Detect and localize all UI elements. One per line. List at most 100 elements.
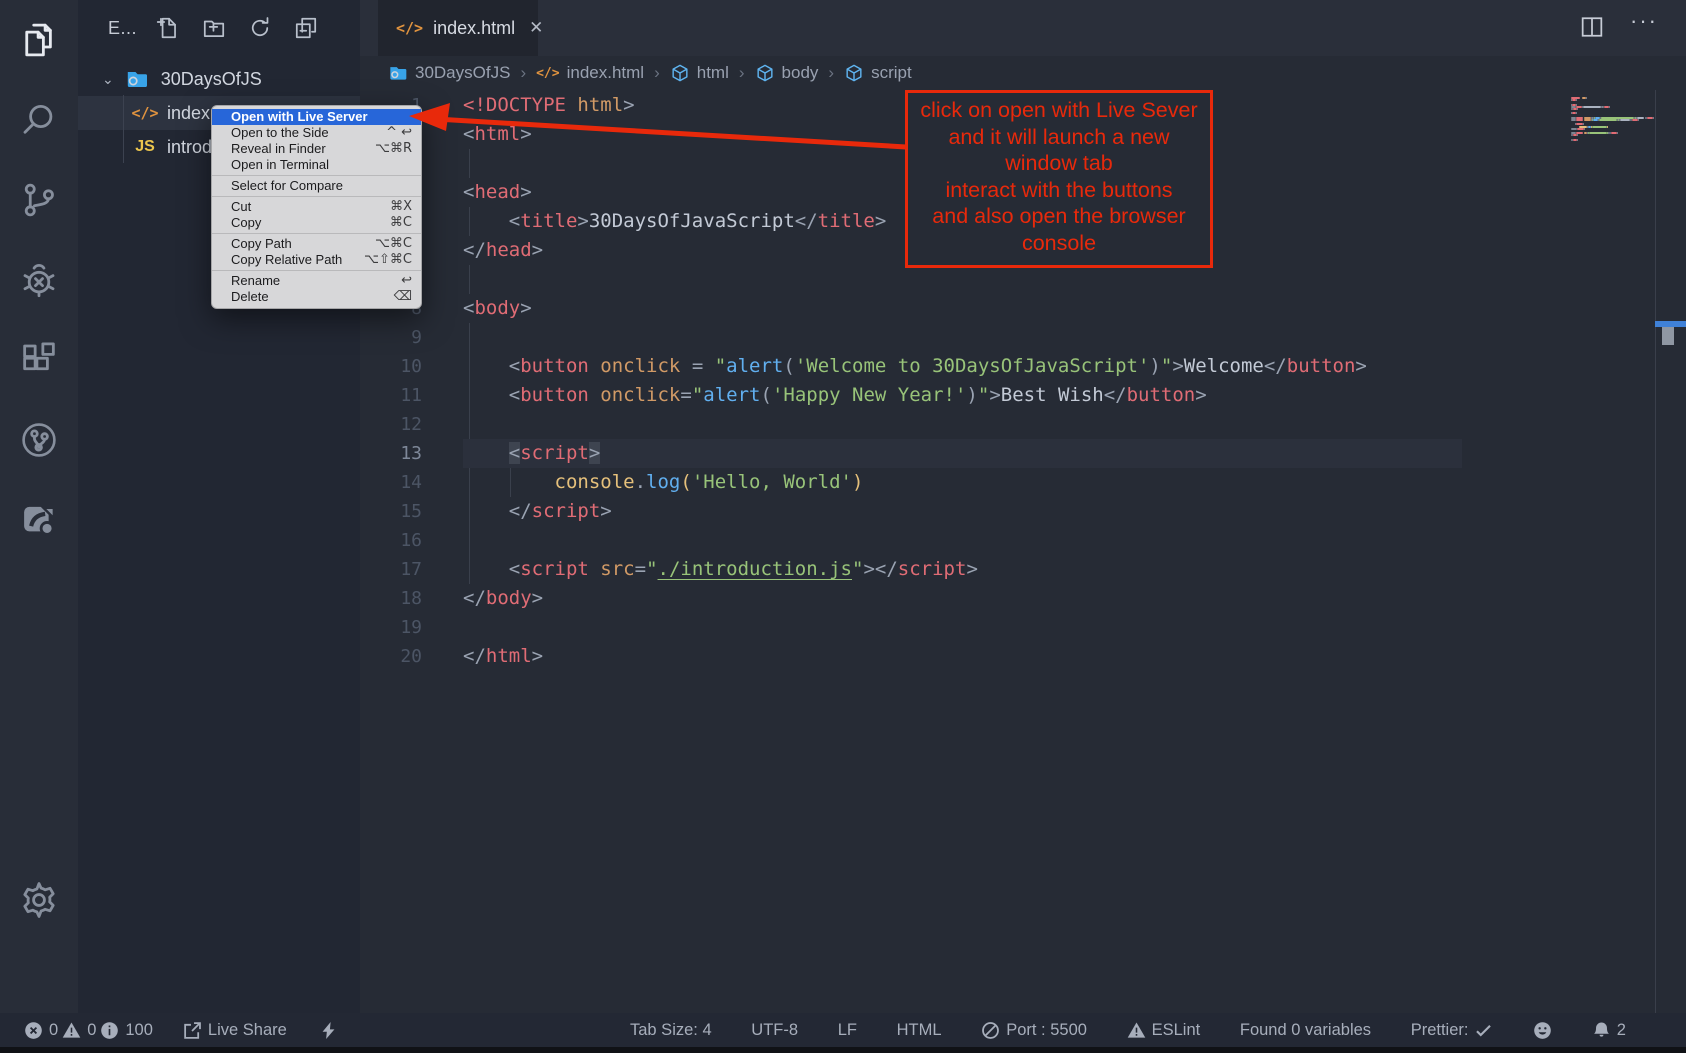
menu-shortcut: ↩: [401, 273, 412, 289]
status-item-found-0-variables[interactable]: Found 0 variables: [1240, 1021, 1371, 1040]
tab-close-icon[interactable]: ✕: [529, 18, 543, 38]
code-text: </html>: [463, 642, 543, 671]
menu-item-open-to-the-side[interactable]: Open to the Side^ ↩: [212, 125, 421, 141]
code-line-7: 7: [360, 265, 1686, 294]
code-line-9: 9: [360, 323, 1686, 352]
code-text: </script>: [463, 497, 612, 526]
status-right: Tab Size: 4 UTF-8 LF HTML Port : 5500 ESLint F…: [630, 1021, 1626, 1040]
html-file-icon: </>: [132, 104, 158, 122]
code-line-10: 10 <button onclick = "alert('Welcome to …: [360, 352, 1686, 381]
folder-icon: [122, 67, 152, 91]
status-item-0[interactable]: 0: [62, 1021, 96, 1040]
minimap[interactable]: [1571, 97, 1655, 147]
breadcrumb-body[interactable]: body: [755, 63, 819, 83]
minimap-line: [1638, 119, 1639, 121]
tab-index-html[interactable]: </> index.html ✕: [378, 0, 538, 56]
menu-item-open-in-terminal[interactable]: Open in Terminal: [212, 157, 421, 173]
run-debug-icon[interactable]: [0, 248, 78, 312]
breadcrumb-html[interactable]: html: [670, 63, 729, 83]
status-item-lf[interactable]: LF: [838, 1021, 857, 1040]
status-item-eslint[interactable]: ESLint: [1127, 1021, 1201, 1040]
status-item-0[interactable]: 0: [24, 1021, 58, 1040]
breadcrumb-index-html[interactable]: </>index.html: [536, 63, 644, 83]
live-share-icon[interactable]: [0, 408, 78, 472]
code-line-14: 14 console.log('Hello, World'): [360, 468, 1686, 497]
js-file-icon: JS: [132, 138, 158, 156]
code-line-19: 19: [360, 613, 1686, 642]
source-control-icon[interactable]: [0, 168, 78, 232]
split-editor-icon[interactable]: [1578, 13, 1606, 46]
vscode-window: E... ⌄30DaysOfJS</>index.htmlJSintroduct…: [0, 0, 1686, 1053]
info-icon: [100, 1021, 119, 1040]
line-number: 14: [360, 468, 422, 497]
annotation-text: interact with the buttons: [908, 177, 1210, 204]
minimap-line: [1653, 117, 1654, 119]
minimap-line: [1607, 126, 1608, 128]
indent-guide: [469, 526, 470, 555]
status-item-utf-8[interactable]: UTF-8: [751, 1021, 798, 1040]
code-text: <button onclick = "alert('Welcome to 30D…: [463, 352, 1367, 381]
status-item-smiley[interactable]: [1533, 1021, 1552, 1040]
minimap-line: [1584, 128, 1585, 130]
export-icon: [183, 1021, 202, 1040]
menu-item-cut[interactable]: Cut⌘X: [212, 199, 421, 215]
status-item-live-share[interactable]: Live Share: [183, 1021, 287, 1040]
status-item-tab-size-4[interactable]: Tab Size: 4: [630, 1021, 712, 1040]
minimap-line: [1584, 119, 1591, 121]
editor-tab-bar: </> index.html ✕ ···: [360, 0, 1686, 56]
tree-indent-guide: [123, 95, 124, 163]
status-item-lightning[interactable]: [319, 1021, 338, 1040]
minimap-line: [1577, 108, 1578, 110]
menu-item-copy[interactable]: Copy⌘C: [212, 215, 421, 231]
share-icon[interactable]: [0, 488, 78, 552]
minimap-line: [1592, 126, 1607, 128]
breadcrumb-separator: ›: [828, 63, 834, 83]
minimap-line: [1599, 119, 1617, 121]
code-line-17: 17 <script src="./introduction.js"></scr…: [360, 555, 1686, 584]
status-item-prettier-[interactable]: Prettier:: [1411, 1021, 1494, 1040]
status-item-100[interactable]: 100: [100, 1021, 153, 1040]
line-number: 19: [360, 613, 422, 642]
more-actions-icon[interactable]: ···: [1630, 8, 1658, 34]
menu-item-delete[interactable]: Delete⌫: [212, 289, 421, 305]
menu-shortcut: ⌥⌘C: [375, 236, 412, 252]
code-text: <html>: [463, 120, 532, 149]
menu-item-reveal-in-finder[interactable]: Reveal in Finder⌥⌘R: [212, 141, 421, 157]
menu-shortcut: ⌥⇧⌘C: [364, 252, 412, 268]
tree-item-30DaysOfJS[interactable]: ⌄30DaysOfJS: [78, 62, 360, 96]
settings-gear-icon[interactable]: [0, 868, 78, 932]
problems-group[interactable]: 00100: [24, 1021, 153, 1040]
collapse-all-icon[interactable]: [291, 13, 321, 43]
menu-item-copy-path[interactable]: Copy Path⌥⌘C: [212, 236, 421, 252]
window-bottom-edge: [0, 1047, 1686, 1053]
line-number: 16: [360, 526, 422, 555]
menu-item-copy-relative-path[interactable]: Copy Relative Path⌥⇧⌘C: [212, 252, 421, 268]
minimap-line: [1617, 132, 1618, 134]
search-icon[interactable]: [0, 88, 78, 152]
status-item-html[interactable]: HTML: [897, 1021, 942, 1040]
menu-item-rename[interactable]: Rename↩: [212, 273, 421, 289]
breadcrumb-30DaysOfJS[interactable]: 30DaysOfJS: [388, 63, 510, 83]
menu-shortcut: ⌘C: [390, 215, 412, 231]
status-item-port-5500[interactable]: Port : 5500: [981, 1021, 1087, 1040]
menu-item-open-with-live-server[interactable]: Open with Live Server: [212, 109, 421, 125]
status-item-2[interactable]: 2: [1592, 1021, 1626, 1040]
new-file-icon[interactable]: [153, 13, 183, 43]
current-line-highlight: [463, 439, 1462, 468]
explorer-icon[interactable]: [0, 8, 78, 72]
menu-item-select-for-compare[interactable]: Select for Compare: [212, 178, 421, 194]
extensions-icon[interactable]: [0, 328, 78, 392]
indent-guide: [469, 265, 470, 294]
code-line-20: 20</html>: [360, 642, 1686, 671]
minimap-line: [1577, 134, 1578, 136]
menu-shortcut: ⌘X: [390, 199, 412, 215]
breadcrumb-script[interactable]: script: [844, 63, 912, 83]
new-folder-icon[interactable]: [199, 13, 229, 43]
code-line-18: 18</body>: [360, 584, 1686, 613]
code-line-15: 15 </script>: [360, 497, 1686, 526]
minimap-line: [1647, 117, 1653, 119]
error-icon: [24, 1021, 43, 1040]
scrollbar-thumb[interactable]: [1662, 327, 1674, 345]
refresh-icon[interactable]: [245, 13, 275, 43]
code-text: </head>: [463, 236, 543, 265]
